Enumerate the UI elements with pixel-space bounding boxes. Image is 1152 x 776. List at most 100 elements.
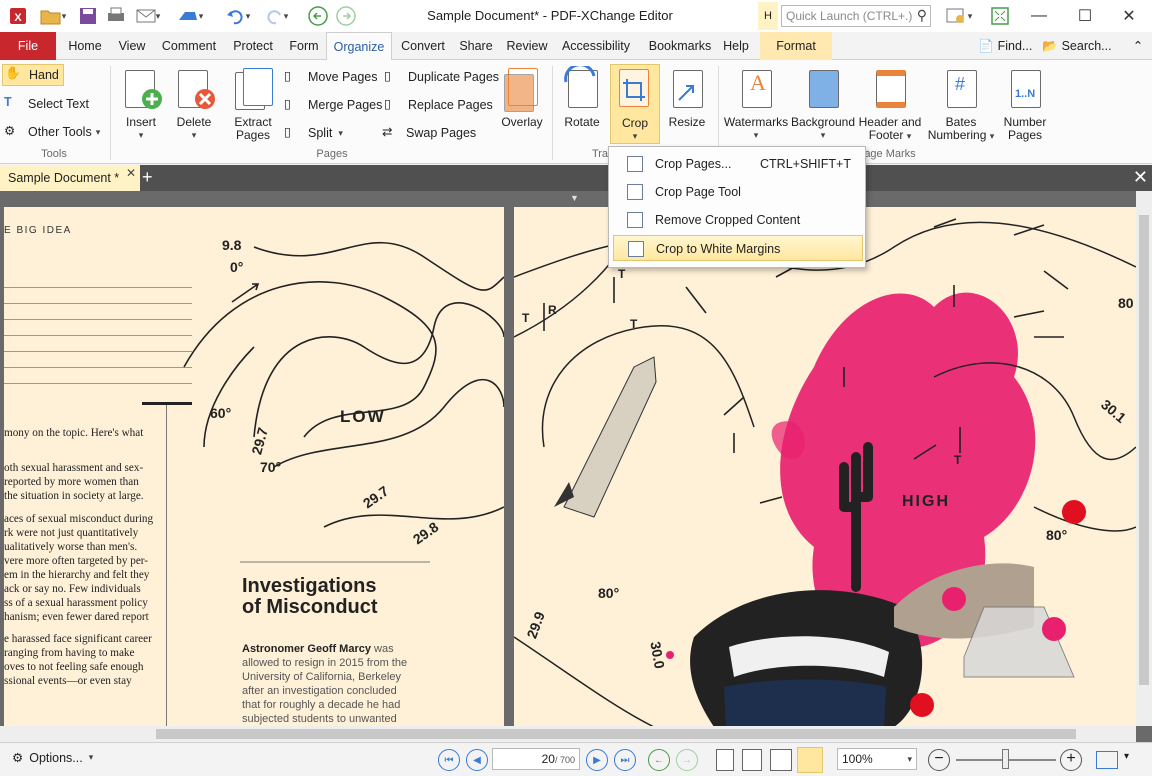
move-pages-button[interactable]: ▯ Move Pages bbox=[284, 66, 377, 88]
tab-home[interactable]: Home bbox=[60, 32, 110, 60]
bates-numbering-button[interactable]: # Bates Numbering ▾ bbox=[924, 64, 998, 143]
undo-icon[interactable]: ▾ bbox=[220, 5, 256, 27]
forward-view-button[interactable]: → bbox=[676, 749, 698, 771]
menu-item-crop-page-tool[interactable]: Crop Page Tool bbox=[613, 179, 863, 205]
number-pages-icon: 1..N bbox=[1005, 66, 1045, 112]
background-button[interactable]: Background ▾ bbox=[790, 64, 856, 142]
tab-file[interactable]: File bbox=[0, 32, 56, 60]
header-footer-button[interactable]: Header and Footer ▾ bbox=[856, 64, 924, 143]
maximize-button[interactable]: ☐ bbox=[1062, 0, 1108, 32]
ui-options-icon[interactable]: ▾ bbox=[940, 5, 978, 27]
open-folder-icon[interactable]: ▾ bbox=[36, 5, 70, 27]
tab-format[interactable]: Format bbox=[760, 32, 832, 60]
redo-icon[interactable]: ▾ bbox=[258, 5, 294, 27]
page-number-field[interactable]: 20/ 700 bbox=[492, 748, 580, 770]
zoom-out-button[interactable]: − bbox=[928, 749, 950, 771]
save-icon[interactable] bbox=[76, 5, 100, 27]
document-view[interactable]: ▼ E BIG IDEA mony on the topic. Here's w… bbox=[0, 191, 1152, 742]
app-logo-icon[interactable]: X bbox=[6, 5, 30, 27]
vertical-scroll-thumb[interactable] bbox=[1139, 215, 1149, 685]
article-heading-line2: of Misconduct bbox=[242, 596, 378, 618]
resize-label: Resize bbox=[668, 115, 706, 129]
find-button[interactable]: 📄 Find... bbox=[978, 32, 1040, 60]
previous-page-button[interactable]: ◀ bbox=[466, 749, 488, 771]
tab-form[interactable]: Form bbox=[284, 32, 324, 60]
replace-pages-button[interactable]: ▯ Replace Pages bbox=[384, 94, 493, 116]
email-icon[interactable]: ▾ bbox=[132, 5, 164, 27]
split-handle-icon[interactable]: ▼ bbox=[570, 193, 579, 203]
tab-accessibility[interactable]: Accessibility bbox=[556, 32, 636, 60]
split-button[interactable]: ▯ Split ▾ bbox=[284, 122, 343, 144]
remove-cropped-icon bbox=[627, 212, 643, 228]
tab-review[interactable]: Review bbox=[502, 32, 552, 60]
tab-view[interactable]: View bbox=[112, 32, 152, 60]
tab-convert[interactable]: Convert bbox=[394, 32, 452, 60]
delete-pages-button[interactable]: Delete ▾ bbox=[168, 64, 220, 142]
next-page-button[interactable]: ▶ bbox=[586, 749, 608, 771]
close-document-icon[interactable]: ✕ bbox=[1133, 167, 1148, 188]
watermarks-button[interactable]: A Watermarks ▾ bbox=[722, 64, 790, 142]
single-page-view-icon[interactable] bbox=[716, 749, 734, 771]
ribbon: ✋ Hand T Select Text ⚙ Other Tools ▾ Tools I… bbox=[0, 60, 1152, 164]
merge-pages-button[interactable]: ▯ Merge Pages bbox=[284, 94, 382, 116]
article-line: that for roughly a decade he had bbox=[242, 699, 401, 711]
rotate-button[interactable]: Rotate bbox=[556, 64, 608, 129]
insert-pages-button[interactable]: Insert ▾ bbox=[114, 64, 168, 142]
number-pages-button[interactable]: 1..N Number Pages bbox=[998, 64, 1052, 142]
swap-pages-label: Swap Pages bbox=[406, 126, 477, 140]
close-window-button[interactable]: ✕ bbox=[1106, 0, 1152, 32]
overlay-button[interactable]: Overlay bbox=[498, 64, 546, 129]
select-text-button[interactable]: T Select Text bbox=[4, 93, 89, 115]
swap-pages-button[interactable]: ⇄ Swap Pages bbox=[382, 122, 476, 144]
collapse-ribbon-icon[interactable]: ⌃ bbox=[1126, 32, 1150, 60]
overlay-label: Overlay bbox=[501, 115, 543, 129]
map-label: 70° bbox=[260, 459, 282, 475]
panels-icon[interactable] bbox=[1096, 751, 1118, 769]
resize-button[interactable]: Resize bbox=[662, 64, 712, 129]
svg-text:X: X bbox=[14, 12, 22, 24]
facing-view-icon[interactable] bbox=[770, 749, 792, 771]
crop-button[interactable]: Crop ▾ bbox=[610, 64, 660, 144]
close-tab-icon[interactable]: ✕ bbox=[126, 166, 136, 180]
minimize-button[interactable]: — bbox=[1016, 0, 1062, 32]
scan-icon[interactable]: ▾ bbox=[170, 5, 210, 27]
menu-item-label: Crop to White Margins bbox=[656, 242, 781, 256]
facing-continuous-view-icon[interactable] bbox=[797, 747, 823, 773]
zoom-slider-handle[interactable] bbox=[1002, 749, 1009, 769]
fullscreen-icon[interactable] bbox=[988, 5, 1012, 27]
new-tab-icon[interactable]: + bbox=[142, 167, 153, 188]
article-line: subjected students to unwanted bbox=[242, 713, 397, 725]
zoom-level-select[interactable]: 100% ▾ bbox=[837, 748, 917, 770]
back-view-button[interactable]: ← bbox=[648, 749, 670, 771]
quick-launch-input[interactable]: Quick Launch (CTRL+.) ⚲ bbox=[781, 5, 931, 27]
print-icon[interactable] bbox=[104, 5, 128, 27]
last-page-button[interactable]: ⏭ bbox=[614, 749, 636, 771]
first-page-button[interactable]: ⏮ bbox=[438, 749, 460, 771]
duplicate-pages-button[interactable]: ▯ Duplicate Pages bbox=[384, 66, 499, 88]
other-tools-button[interactable]: ⚙ Other Tools ▾ bbox=[4, 121, 100, 143]
tab-share[interactable]: Share bbox=[454, 32, 498, 60]
search-button[interactable]: 📂 Search... bbox=[1042, 32, 1118, 60]
menu-item-crop-to-white-margins[interactable]: Crop to White Margins bbox=[613, 235, 863, 261]
status-menu-chevron-icon[interactable]: ▾ bbox=[1124, 751, 1129, 762]
map-label-low: LOW bbox=[340, 407, 386, 426]
tab-comment[interactable]: Comment bbox=[156, 32, 222, 60]
tab-organize[interactable]: Organize bbox=[326, 32, 392, 61]
replace-pages-label: Replace Pages bbox=[408, 98, 493, 112]
continuous-view-icon[interactable] bbox=[742, 749, 762, 771]
menu-item-remove-cropped-content[interactable]: Remove Cropped Content bbox=[613, 207, 863, 233]
menu-item-crop-pages[interactable]: Crop Pages... CTRL+SHIFT+T bbox=[613, 151, 863, 177]
tab-protect[interactable]: Protect bbox=[226, 32, 280, 60]
extract-pages-button[interactable]: Extract Pages bbox=[228, 64, 278, 142]
document-tab[interactable]: Sample Document * ✕ bbox=[0, 165, 140, 191]
options-button[interactable]: ⚙ Options... ▾ bbox=[12, 750, 93, 766]
vertical-scrollbar[interactable] bbox=[1136, 191, 1152, 726]
hand-tool-button[interactable]: ✋ Hand bbox=[2, 64, 64, 86]
horizontal-scrollbar[interactable] bbox=[0, 726, 1136, 742]
zoom-in-button[interactable]: + bbox=[1060, 749, 1082, 771]
tab-bookmarks[interactable]: Bookmarks bbox=[640, 32, 720, 60]
back-nav-icon[interactable] bbox=[306, 5, 330, 27]
forward-nav-icon[interactable] bbox=[334, 5, 358, 27]
tab-help[interactable]: Help bbox=[718, 32, 754, 60]
horizontal-scroll-thumb[interactable] bbox=[156, 729, 1076, 739]
